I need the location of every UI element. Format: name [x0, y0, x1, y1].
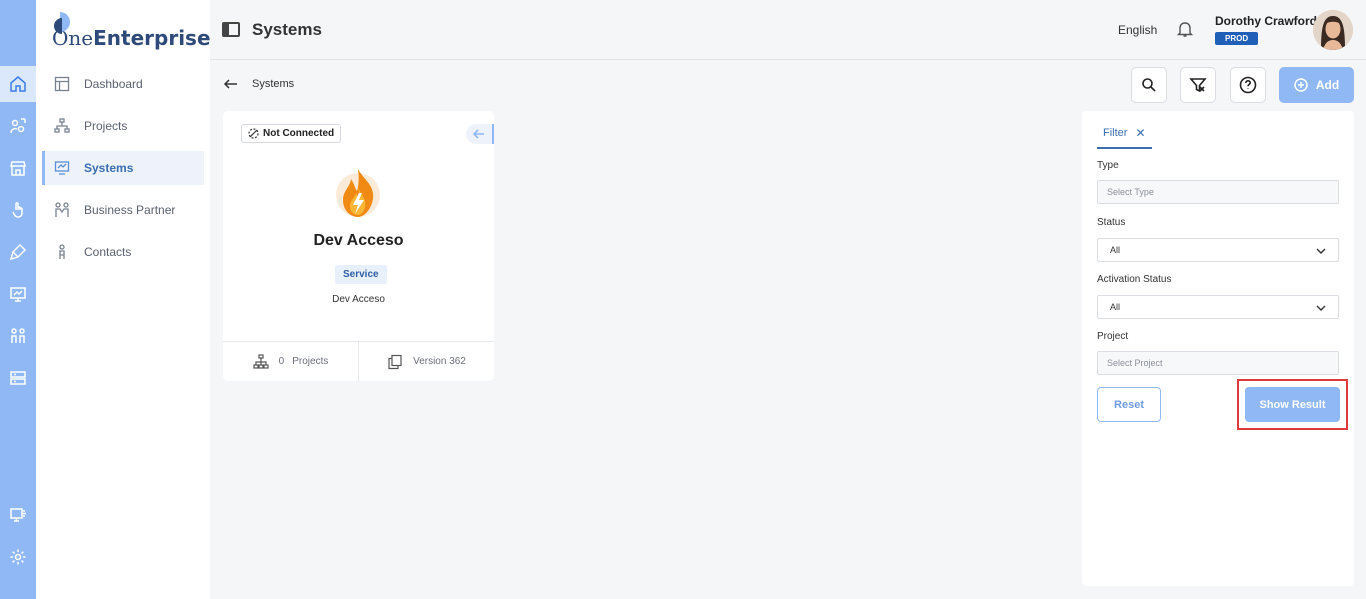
environment-badge: PROD [1215, 32, 1259, 45]
project-select[interactable]: Select Project [1097, 351, 1339, 375]
type-label: Type [1097, 160, 1119, 171]
projects-icon [54, 118, 70, 133]
side-navigation: OneEnterprise Dashboard Projects Systems… [36, 0, 211, 599]
store-icon[interactable] [0, 150, 36, 186]
touch-icon[interactable] [0, 192, 36, 228]
home-icon[interactable] [0, 66, 36, 102]
projects-label: Projects [292, 356, 329, 367]
chevron-down-icon [1316, 305, 1326, 311]
disconnected-icon [248, 128, 259, 139]
top-header: Systems English Dorothy Crawford PROD [210, 0, 1366, 60]
sidebar-item-label: Business Partner [84, 203, 176, 217]
sidebar-item-label: Systems [84, 161, 134, 175]
team-icon[interactable] [0, 318, 36, 354]
reset-button[interactable]: Reset [1097, 387, 1161, 422]
breadcrumb: Systems [252, 78, 295, 90]
sidebar-item-contacts[interactable]: Contacts [42, 235, 204, 269]
logo-text: OneEnterprise [52, 26, 211, 50]
status-text: Not Connected [263, 128, 335, 139]
contacts-icon [59, 244, 65, 259]
remote-icon[interactable] [0, 497, 36, 533]
close-icon[interactable]: ✕ [1135, 127, 1145, 139]
collapse-button[interactable] [466, 124, 494, 144]
settings-icon[interactable] [0, 539, 36, 575]
avatar[interactable] [1313, 10, 1353, 50]
projects-count-cell[interactable]: 0 Projects [223, 342, 358, 381]
activation-select-value: All [1110, 302, 1121, 312]
status-label: Status [1097, 217, 1126, 228]
add-circle-icon [1294, 78, 1308, 92]
version-text: Version 362 [413, 356, 466, 367]
arrow-left-icon [473, 129, 484, 139]
language-selector[interactable]: English [1118, 23, 1157, 37]
monitor-chart-icon[interactable] [0, 276, 36, 312]
sidebar-item-label: Projects [84, 119, 128, 133]
server-icon[interactable] [0, 360, 36, 396]
status-badge: Not Connected [241, 124, 342, 143]
filter-panel: Filter ✕ Type Select Type Status All Act… [1082, 111, 1354, 586]
activation-status-label: Activation Status [1097, 274, 1172, 285]
systems-icon [54, 161, 70, 175]
system-type-tag: Service [335, 265, 387, 284]
sidebar-item-label: Contacts [84, 245, 132, 259]
page-title: Systems [252, 20, 322, 39]
sidebar-item-systems[interactable]: Systems [42, 151, 204, 185]
activation-status-select[interactable]: All [1097, 295, 1339, 319]
sidebar-item-dashboard[interactable]: Dashboard [42, 67, 204, 101]
system-subtitle: Dev Acceso [332, 294, 385, 305]
business-partner-icon [55, 202, 69, 217]
sidebar-item-business-partner[interactable]: Business Partner [42, 193, 204, 227]
projects-count: 0 [278, 356, 285, 367]
app-logo[interactable]: OneEnterprise [52, 10, 211, 50]
back-arrow-icon[interactable] [223, 76, 239, 92]
brush-icon[interactable] [0, 234, 36, 270]
search-icon [1142, 78, 1156, 92]
chevron-down-icon [1316, 248, 1326, 254]
projects-icon [253, 353, 269, 369]
type-select[interactable]: Select Type [1097, 180, 1339, 204]
filter-tab-label: Filter [1103, 127, 1128, 139]
add-button[interactable]: Add [1279, 67, 1354, 103]
sidebar-item-projects[interactable]: Projects [42, 109, 204, 143]
card-footer: 0 Projects Version 362 [223, 341, 494, 381]
show-result-button[interactable]: Show Result [1245, 387, 1340, 422]
icon-rail [0, 0, 36, 599]
help-icon [1239, 76, 1257, 94]
status-select-value: All [1110, 245, 1121, 255]
sidebar-item-label: Dashboard [84, 77, 143, 91]
user-name[interactable]: Dorothy Crawford [1215, 14, 1317, 28]
logo-mark-icon [54, 12, 70, 34]
version-cell: Version 362 [358, 342, 494, 381]
notification-bell-icon[interactable] [1176, 20, 1194, 38]
project-label: Project [1097, 331, 1129, 342]
filter-clear-icon [1189, 78, 1207, 93]
system-logo-flame-icon [336, 169, 380, 217]
users-switch-icon[interactable] [0, 108, 36, 144]
toggle-sidebar-icon[interactable] [222, 22, 240, 37]
copy-icon [388, 354, 402, 369]
show-result-highlight: Show Result [1237, 379, 1348, 430]
search-button[interactable] [1131, 67, 1167, 103]
system-title: Dev Acceso [313, 232, 404, 249]
dashboard-icon [54, 76, 70, 92]
help-button[interactable] [1230, 67, 1266, 103]
clear-filter-button[interactable] [1180, 67, 1216, 103]
tab-filter[interactable]: Filter ✕ [1097, 123, 1152, 149]
add-button-label: Add [1315, 78, 1340, 92]
status-select[interactable]: All [1097, 238, 1339, 262]
system-card[interactable]: Not Connected Dev Acceso Service Dev Acc… [223, 111, 494, 381]
